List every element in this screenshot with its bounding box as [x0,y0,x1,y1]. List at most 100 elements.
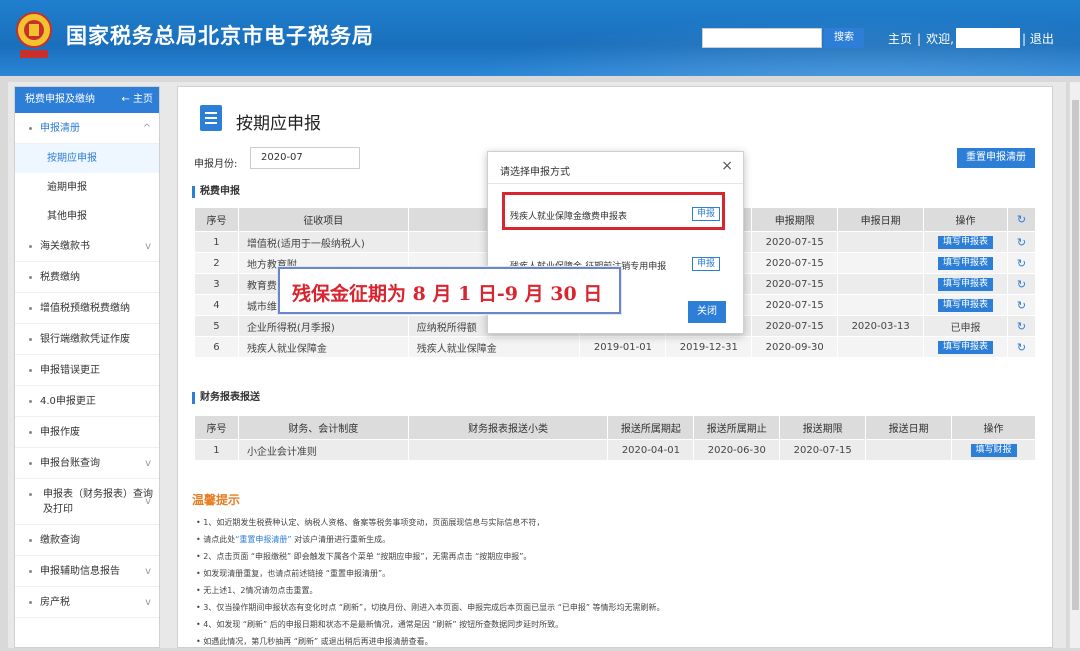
tip-text: 对该户清册进行重新生成。 [291,535,391,544]
tip-line: • 请点此处“重置申报清册” 对该户清册进行重新生成。 [196,534,390,545]
sidebar-item-label: 申报作废 [40,427,80,438]
col-header: 操作 [951,415,1036,440]
col-header: 征收项目 [237,207,409,232]
fill-form-button[interactable]: 填写申报表 [938,256,994,270]
refresh-icon[interactable]: ↻ [1006,231,1037,253]
sidebar-item-report-query[interactable]: 申报表（财务报表）查询及打印 v [15,479,159,525]
cell: 小企业会计准则 [237,439,409,461]
site-header: 国家税务总局北京市电子税务局 搜索 主页 | 欢迎, | 退出 [0,0,1080,76]
clipboard-icon [200,105,222,131]
home-link[interactable]: 主页 [888,32,912,46]
sidebar-item-bank-void[interactable]: 银行端缴款凭证作废 [15,324,159,355]
sidebar-item-correction[interactable]: 申报错误更正 [15,355,159,386]
highlight-box [502,192,725,230]
fill-form-button[interactable]: 填写申报表 [938,298,994,312]
sidebar-home-link[interactable]: ← 主页 [121,87,153,113]
fill-form-button[interactable]: 填写申报表 [938,235,994,249]
cell: 残疾人就业保障金 [237,336,409,358]
refresh-icon[interactable]: ↻ [1006,336,1037,358]
cell: 2020-07-15 [779,439,867,461]
sidebar-item-correction-4[interactable]: 4.0申报更正 [15,386,159,417]
cell [837,252,925,274]
search-button[interactable]: 搜索 [824,28,864,48]
declare-button-2[interactable]: 申报 [692,257,721,271]
tip-text: • 请点此处 [196,535,236,544]
cell [407,439,609,461]
cell: 残疾人就业保障金 [407,336,581,358]
sidebar-item-payment-query[interactable]: 缴款查询 [15,525,159,556]
table-row: 1 小企业会计准则 2020-04-01 2020-06-30 2020-07-… [194,439,1036,461]
fill-form-button[interactable]: 填写申报表 [938,340,994,354]
month-select[interactable]: 2020-07 [250,147,360,169]
tip-line: • 无上述1、2情况请勿点击重置。 [196,586,318,595]
tip-line: • 3、仅当操作期间申报状态有变化时点 “刷新”，切换月份、刚进入本页面、申报完… [196,603,665,612]
sidebar-item-void[interactable]: 申报作废 [15,417,159,448]
cell: 2020-07-15 [751,315,839,337]
search-input[interactable] [702,28,822,48]
col-header: 序号 [194,415,239,440]
cell: 填写申报表 [923,294,1008,316]
cell: 增值税(适用于一般纳税人) [237,231,409,253]
annotation-text: 残保金征期为 8 月 1 日-9 月 30 日 [292,283,603,305]
col-header: 序号 [194,207,239,232]
fin-section-title: 财务报表报送 [192,392,260,404]
scrollbar-thumb[interactable] [1072,100,1079,610]
sidebar-item-payment[interactable]: 税费缴纳 [15,262,159,293]
sidebar-sub-overdue[interactable]: 逾期申报 [15,173,159,202]
refresh-icon[interactable]: ↻ [1006,273,1037,295]
fin-table: 序号 财务、会计制度 财务报表报送小类 报送所属期起 报送所属期止 报送期限 报… [194,415,1036,461]
tips-title: 温馨提示 [192,493,241,507]
tip-line: • 2、点击页面 “申报缴税” 即会触发下属各个菜单 “按期应申报”，无需再点击… [196,552,532,561]
logout-link[interactable]: | 退出 [1022,30,1054,47]
chevron-up-icon: ^ [142,123,151,134]
cell: 2020-04-01 [607,439,695,461]
reset-list-link[interactable]: “重置申报清册” [235,535,291,544]
cell: 填写申报表 [923,273,1008,295]
refresh-all-icon[interactable]: ↻ [1006,207,1037,232]
bullet-icon [29,399,32,403]
bullet-icon [29,538,32,542]
col-header: 操作 [923,207,1008,232]
sidebar-item-label: 增值税预缴税费缴纳 [40,303,130,314]
refresh-icon[interactable]: ↻ [1006,294,1037,316]
fill-form-button[interactable]: 填写申报表 [938,277,994,291]
bullet-icon [29,244,32,248]
sidebar-item-vat-prepay[interactable]: 增值税预缴税费缴纳 [15,293,159,324]
refresh-icon[interactable]: ↻ [1006,315,1037,337]
bullet-icon [29,493,32,496]
cell: 2020-07-15 [751,231,839,253]
sidebar-item-label: 申报表（财务报表）查询及打印 [43,489,153,515]
sidebar-sub-periodic[interactable]: 按期应申报 [15,144,159,173]
tax-emblem-icon [16,12,52,58]
cell [837,294,925,316]
fill-report-button[interactable]: 填写财报 [970,443,1017,457]
cell: 2020-07-15 [751,294,839,316]
sidebar-item-ledger[interactable]: 申报台账查询 v [15,448,159,479]
bullet-icon [29,275,32,279]
sidebar-item-aux-report[interactable]: 申报辅助信息报告 v [15,556,159,587]
link-separator: | [917,32,922,46]
sidebar-item-declaration-list[interactable]: 申报清册 ^ [15,113,159,144]
site-title: 国家税务总局北京市电子税务局 [66,24,374,48]
cell: 2 [194,252,239,274]
cell: 1 [194,231,239,253]
sidebar-item-property-tax[interactable]: 房产税 v [15,587,159,618]
col-header: 报送所属期起 [607,415,695,440]
close-icon[interactable]: × [721,158,733,174]
month-label: 申报月份: [194,159,238,170]
sidebar-item-label: 海关缴款书 [40,241,90,252]
sidebar-item-label: 4.0申报更正 [40,396,96,407]
refresh-icon[interactable]: ↻ [1006,252,1037,274]
tip-line: • 如发现清册重复，也请点前述链接 “重置申报清册”。 [196,569,391,578]
cell: 2020-03-13 [837,315,925,337]
sidebar-sub-other[interactable]: 其他申报 [15,202,159,231]
dialog-close-button[interactable]: 关闭 [688,301,726,323]
bullet-icon [29,569,32,573]
page-scrollbar[interactable] [1069,82,1080,648]
tip-line: • 4、如发现 “刷新” 后的申报日期和状态不是最新情况，通常是因 “刷新” 按… [196,620,564,629]
sidebar-item-label: 缴款查询 [40,535,80,546]
col-header: 申报日期 [837,207,925,232]
reset-list-button[interactable]: 重置申报清册 [957,148,1035,168]
sidebar-item-customs[interactable]: 海关缴款书 v [15,231,159,262]
bullet-icon [29,368,32,372]
